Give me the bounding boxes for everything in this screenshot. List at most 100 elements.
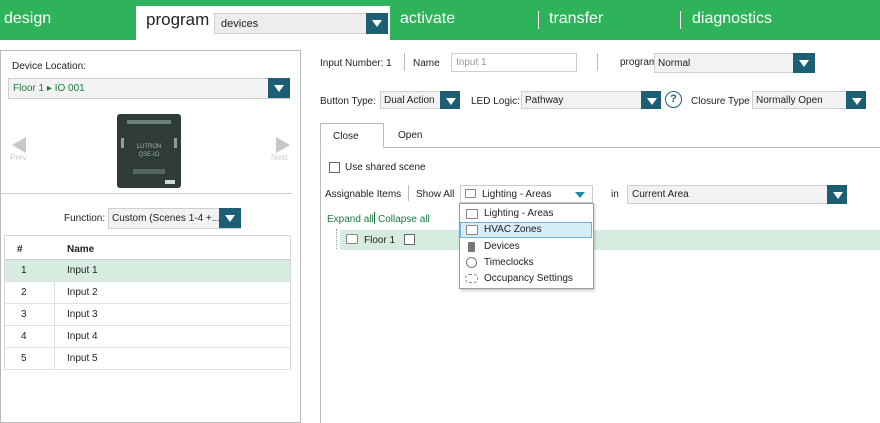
chevron-down-icon[interactable] [846,91,866,109]
in-label: in [611,189,619,200]
chevron-down-icon[interactable] [440,91,460,109]
filter-select[interactable]: Lighting - Areas [460,185,593,203]
menu-item-label: HVAC Zones [484,224,542,235]
chevron-down-icon[interactable] [219,208,241,228]
closure-type-label: Closure Type [691,96,750,107]
clock-icon [466,257,477,268]
row-name: Input 5 [67,353,98,364]
divider [408,185,409,201]
column-header-name: Name [67,244,95,255]
function-value: Custom (Scenes 1-4 +... [112,213,221,224]
device-location-label: Device Location: [12,61,86,72]
tree-node-label: Floor 1 [364,235,396,246]
menu-item-lighting-areas[interactable]: Lighting - Areas [460,206,592,222]
device-location-value: Floor 1 ▸ IO 001 [13,83,85,94]
menu-item-label: Devices [484,241,520,252]
next-arrow-icon[interactable] [276,137,290,153]
expand-all-link[interactable]: Expand all [327,214,374,225]
program-select[interactable]: Normal [654,53,815,73]
nav-program[interactable]: program [146,10,209,30]
row-number: 3 [21,309,27,320]
menu-item-timeclocks[interactable]: Timeclocks [460,255,592,271]
row-name: Input 4 [67,331,98,342]
use-shared-scene-checkbox[interactable] [329,162,340,173]
area-value: Current Area [632,189,689,200]
nav-divider [538,11,539,29]
name-label: Name [413,58,440,69]
table-header: # Name [5,236,290,260]
prev-label[interactable]: Prev [10,153,26,162]
name-input[interactable]: Input 1 [451,53,577,72]
collapse-all-link[interactable]: Collapse all [378,214,430,225]
row-number: 5 [21,353,27,364]
nav-diagnostics[interactable]: diagnostics [692,10,772,28]
area-select[interactable]: Current Area [627,185,847,204]
table-row[interactable]: 1 Input 1 [5,260,290,282]
row-name: Input 1 [67,265,98,276]
device-image: LUTRON QSE-IO [117,114,181,188]
nav-divider [680,11,681,29]
button-type-label: Button Type: [320,96,376,107]
occupancy-icon [465,274,478,283]
row-number: 4 [21,331,27,342]
filter-dropdown-menu: Lighting - Areas HVAC Zones Devices Time… [459,203,594,289]
function-label: Function: [64,213,106,224]
chevron-down-icon[interactable] [366,13,388,34]
divider [597,53,598,71]
table-row[interactable]: 5 Input 5 [5,348,290,370]
device-select-value: devices [221,18,259,30]
menu-item-label: Occupancy Settings [484,273,573,284]
button-type-value: Dual Action [384,95,435,106]
inputs-table: # Name 1 Input 1 2 Input 2 3 Input 3 4 I… [4,235,291,370]
device-model: QSE-IO [138,152,160,158]
device-location-select[interactable]: Floor 1 ▸ IO 001 [8,78,290,99]
chevron-down-icon[interactable] [641,91,661,109]
row-number: 2 [21,287,27,298]
tree-node-checkbox[interactable] [404,234,415,245]
program-label: program [620,57,658,68]
nav-design[interactable]: design [4,10,51,28]
name-input-value: Input 1 [456,57,487,68]
show-all-label[interactable]: Show All [416,189,454,200]
nav-activate[interactable]: activate [400,10,455,28]
menu-item-devices[interactable]: Devices [460,239,592,255]
chevron-down-icon[interactable] [575,192,585,198]
closure-type-select[interactable]: Normally Open [752,91,866,109]
table-row[interactable]: 3 Input 3 [5,304,290,326]
table-row[interactable]: 2 Input 2 [5,282,290,304]
row-number: 1 [21,265,27,276]
tab-open[interactable]: Open [398,130,422,141]
folder-icon [465,189,476,198]
tab-close[interactable]: Close [320,123,384,148]
nav-transfer[interactable]: transfer [549,10,603,28]
input-number-label: Input Number: 1 [320,58,392,69]
prev-arrow-icon[interactable] [12,137,26,153]
program-value: Normal [658,58,691,69]
led-logic-select[interactable]: Pathway [521,91,661,109]
device-brand: LUTRON [136,144,162,150]
folder-icon [346,234,358,244]
chevron-down-icon[interactable] [268,78,290,98]
row-name: Input 2 [67,287,98,298]
folder-icon [466,225,478,235]
device-select[interactable]: devices [214,13,388,34]
help-icon[interactable]: ? [665,91,682,108]
assignable-items-label: Assignable Items [325,189,402,200]
divider [404,53,405,71]
menu-item-hvac-zones[interactable]: HVAC Zones [460,222,592,238]
function-select[interactable]: Custom (Scenes 1-4 +... [108,208,241,229]
tree-row[interactable]: Floor 1 [340,230,880,250]
chevron-down-icon[interactable] [827,185,847,204]
chevron-down-icon[interactable] [793,53,815,73]
column-header-number: # [17,244,23,255]
button-type-select[interactable]: Dual Action [380,91,460,109]
menu-item-occupancy-settings[interactable]: Occupancy Settings [460,271,592,287]
table-row[interactable]: 4 Input 4 [5,326,290,348]
filter-value: Lighting - Areas [482,189,552,200]
use-shared-scene-label: Use shared scene [345,162,426,173]
row-name: Input 3 [67,309,98,320]
next-label[interactable]: Next [271,153,287,162]
divider [0,193,292,194]
tab-close-label: Close [333,131,359,142]
divider [374,212,375,224]
